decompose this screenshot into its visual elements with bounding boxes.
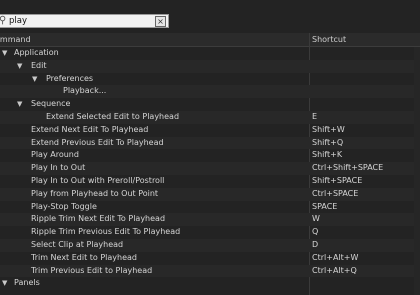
command-row[interactable]: Extend Previous Edit To Playhead Shift+Q <box>0 136 420 150</box>
search-icon: ⚲ <box>0 15 7 26</box>
command-label: Ripple Trim Next Edit To Playhead <box>31 214 166 224</box>
command-label: Play In to Out with Preroll/Postroll <box>31 175 165 185</box>
shortcut-label[interactable]: Ctrl+SPACE <box>312 188 358 201</box>
tree-group-row[interactable]: ▼ Edit <box>0 59 420 73</box>
tree-group-row[interactable]: ▼ Panels <box>0 277 420 290</box>
shortcut-label[interactable]: Ctrl+Shift+SPACE <box>312 162 383 175</box>
command-label: Extend Next Edit To Playhead <box>31 124 149 134</box>
command-label: Sequence <box>31 99 71 109</box>
command-row[interactable]: Ripple Trim Next Edit To Playhead W <box>0 213 420 227</box>
command-label: Play Around <box>31 150 79 160</box>
tree-group-row[interactable]: ▼ Application <box>0 47 420 60</box>
command-row[interactable]: Play In to Out Ctrl+Shift+SPACE <box>0 162 420 175</box>
shortcut-label[interactable]: Shift+Q <box>312 137 343 150</box>
command-row[interactable]: Play Around Shift+K <box>0 149 420 162</box>
column-header-shortcut[interactable]: Shortcut <box>312 35 346 44</box>
expand-triangle-icon[interactable]: ▼ <box>32 73 37 86</box>
command-row[interactable]: Extend Next Edit To Playhead Shift+W <box>0 124 420 137</box>
shortcut-label[interactable]: Shift+W <box>312 124 345 137</box>
command-label: Extend Selected Edit to Playhead <box>46 111 180 121</box>
command-row[interactable]: Trim Previous Edit to Playhead Ctrl+Alt+Q <box>0 264 420 278</box>
search-input[interactable] <box>9 15 149 27</box>
command-row[interactable]: Play In to Out with Preroll/Postroll Shif… <box>0 175 420 188</box>
expand-triangle-icon[interactable]: ▼ <box>2 277 7 290</box>
command-label: Edit <box>31 60 47 70</box>
scrollbar[interactable] <box>414 47 420 295</box>
column-header-command[interactable]: ommand <box>0 35 31 44</box>
search-bar: ⚲ × <box>0 0 420 33</box>
shortcut-label[interactable]: W <box>312 213 320 226</box>
shortcut-label[interactable]: SPACE <box>312 201 337 214</box>
shortcut-label[interactable]: D <box>312 239 318 252</box>
command-label: Play from Playhead to Out Point <box>31 188 159 198</box>
command-label: Select Clip at Playhead <box>31 239 124 249</box>
command-label: Panels <box>14 278 40 288</box>
tree-group-row[interactable]: ▼ Preferences <box>0 73 420 86</box>
command-row[interactable]: Play-Stop Toggle SPACE <box>0 201 420 214</box>
shortcut-label[interactable]: Q <box>312 226 318 239</box>
command-label: Trim Previous Edit to Playhead <box>31 265 153 275</box>
command-row[interactable]: Trim Next Edit to Playhead Ctrl+Alt+W <box>0 252 420 265</box>
command-row[interactable]: Playback... <box>0 85 420 99</box>
command-label: Ripple Trim Previous Edit To Playhead <box>31 227 181 237</box>
command-label: Trim Next Edit to Playhead <box>31 252 138 262</box>
command-label: Application <box>14 48 59 57</box>
command-row[interactable]: Play from Playhead to Out Point Ctrl+SPAC… <box>0 187 420 201</box>
shortcut-label[interactable]: E <box>312 111 317 124</box>
tree-group-row[interactable]: ▼ Sequence <box>0 98 420 111</box>
close-icon[interactable]: × <box>155 16 166 27</box>
command-label: Play In to Out <box>31 163 86 173</box>
command-label: Preferences <box>46 73 94 83</box>
command-row[interactable]: Extend Selected Edit to Playhead E <box>0 110 420 124</box>
expand-triangle-icon[interactable]: ▼ <box>17 98 22 111</box>
column-header: ommand Shortcut <box>0 33 420 47</box>
command-row[interactable]: Ripple Trim Previous Edit To Playhead Q <box>0 226 420 239</box>
command-label: Play-Stop Toggle <box>31 201 97 211</box>
shortcut-label[interactable]: Ctrl+Alt+Q <box>312 265 357 278</box>
command-row[interactable]: Select Clip at Playhead D <box>0 238 420 252</box>
command-label: Playback... <box>63 86 107 96</box>
shortcut-label[interactable]: Ctrl+Alt+W <box>312 252 358 265</box>
search-field[interactable]: ⚲ × <box>0 14 169 28</box>
shortcut-label[interactable]: Shift+SPACE <box>312 175 362 188</box>
command-list: ▼ Application ▼ Edit ▼ Preferences Playback...… <box>0 47 420 290</box>
command-label: Extend Previous Edit To Playhead <box>31 137 164 147</box>
shortcut-label[interactable]: Shift+K <box>312 149 342 162</box>
expand-triangle-icon[interactable]: ▼ <box>2 47 7 60</box>
expand-triangle-icon[interactable]: ▼ <box>17 60 22 73</box>
